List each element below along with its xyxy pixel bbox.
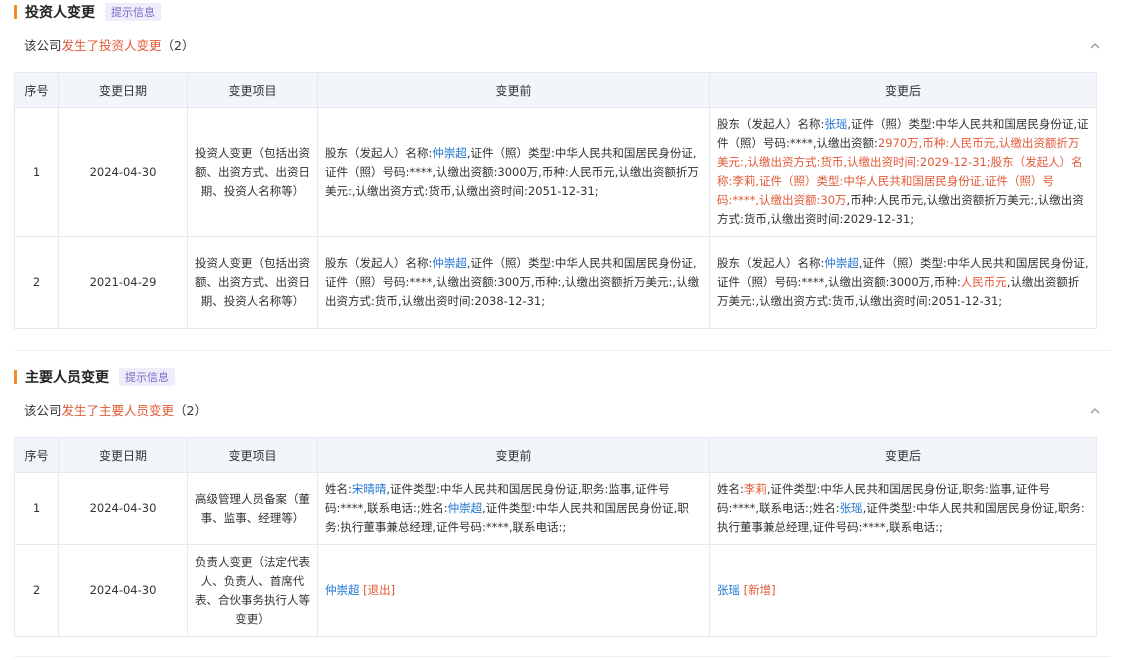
col-item: 变更项目	[187, 437, 318, 473]
section-header: 投资人变更 提示信息	[14, 0, 1110, 24]
col-after: 变更后	[709, 72, 1097, 108]
summary-count: （2）	[174, 403, 207, 418]
row-date: 2024-04-30	[58, 107, 188, 237]
row-before: 股东（发起人）名称:仲崇超,证件（照）类型:中华人民共和国居民身份证,证件（照）…	[317, 107, 710, 237]
section-accent-bar	[14, 5, 17, 19]
section-divider	[14, 656, 1110, 657]
col-after: 变更后	[709, 437, 1097, 473]
row-item: 负责人变更（法定代表人、负责人、首席代表、合伙事务执行人等变更）	[187, 544, 318, 637]
col-date: 变更日期	[58, 72, 188, 108]
col-before: 变更前	[317, 437, 710, 473]
table-header-row: 序号 变更日期 变更项目 变更前 变更后	[14, 72, 1097, 108]
row-index: 2	[14, 236, 59, 329]
change-text-segment: [退出]	[359, 583, 396, 597]
change-text-segment: 人民币元	[960, 275, 1007, 289]
col-index: 序号	[14, 72, 59, 108]
change-text-segment: [新增]	[740, 583, 776, 597]
row-before: 姓名:宋晴晴,证件类型:中华人民共和国居民身份证,职务:监事,证件号码:****…	[317, 472, 710, 545]
row-date: 2024-04-30	[58, 544, 188, 637]
col-before: 变更前	[317, 72, 710, 108]
tip-info-tag[interactable]: 提示信息	[105, 3, 161, 21]
row-date: 2021-04-29	[58, 236, 188, 329]
row-date: 2024-04-30	[58, 472, 188, 545]
col-item: 变更项目	[187, 72, 318, 108]
table-row: 1 2024-04-30 高级管理人员备案（董事、监事、经理等） 姓名:宋晴晴,…	[14, 472, 1097, 545]
row-index: 1	[14, 107, 59, 237]
row-item: 投资人变更（包括出资额、出资方式、出资日期、投资人名称等）	[187, 107, 318, 237]
person-link[interactable]: 仲崇超	[824, 256, 859, 270]
change-text-segment: 姓名:	[717, 482, 744, 496]
col-date: 变更日期	[58, 437, 188, 473]
summary-highlight[interactable]: 发生了投资人变更	[62, 38, 162, 53]
row-after: 股东（发起人）名称:仲崇超,证件（照）类型:中华人民共和国居民身份证,证件（照）…	[709, 236, 1097, 329]
change-text-segment: 姓名:	[325, 482, 352, 496]
section-accent-bar	[14, 370, 17, 384]
change-summary: 该公司发生了投资人变更（2）	[14, 34, 1110, 58]
person-link[interactable]: 张瑶	[717, 583, 740, 597]
row-after: 张瑶 [新增]	[709, 544, 1097, 637]
chevron-up-icon[interactable]	[1086, 37, 1104, 55]
person-link[interactable]: 仲崇超	[432, 256, 467, 270]
investor-change-section: 投资人变更 提示信息 该公司发生了投资人变更（2）	[14, 0, 1110, 58]
change-text-segment: 股东（发起人）名称:	[717, 117, 825, 131]
key-personnel-change-section: 主要人员变更 提示信息 该公司发生了主要人员变更（2）	[14, 365, 1110, 423]
row-before: 仲崇超 [退出]	[317, 544, 710, 637]
summary-prefix: 该公司	[24, 403, 62, 418]
person-link[interactable]: 张瑶	[840, 501, 863, 515]
summary-highlight[interactable]: 发生了主要人员变更	[62, 403, 175, 418]
tip-info-tag[interactable]: 提示信息	[119, 368, 175, 386]
summary-prefix: 该公司	[24, 38, 62, 53]
row-before: 股东（发起人）名称:仲崇超,证件（照）类型:中华人民共和国居民身份证,证件（照）…	[317, 236, 710, 329]
person-link[interactable]: 宋晴晴	[352, 482, 387, 496]
summary-count: （2）	[161, 38, 195, 53]
row-after: 股东（发起人）名称:张瑶,证件（照）类型:中华人民共和国居民身份证,证件（照）号…	[709, 107, 1097, 237]
table-header-row: 序号 变更日期 变更项目 变更前 变更后	[14, 437, 1097, 473]
row-after: 姓名:李莉,证件类型:中华人民共和国居民身份证,职务:监事,证件号码:****,…	[709, 472, 1097, 545]
row-index: 2	[14, 544, 59, 637]
table-row: 2 2024-04-30 负责人变更（法定代表人、负责人、首席代表、合伙事务执行…	[14, 544, 1097, 637]
person-link[interactable]: 张瑶	[824, 117, 847, 131]
person-link[interactable]: 仲崇超	[325, 583, 360, 597]
change-text-segment: 股东（发起人）名称:	[325, 256, 433, 270]
change-summary: 该公司发生了主要人员变更（2）	[14, 399, 1110, 423]
row-item: 高级管理人员备案（董事、监事、经理等）	[187, 472, 318, 545]
investor-change-table: 序号 变更日期 变更项目 变更前 变更后 1 2024-04-30 投资人变更（…	[14, 72, 1097, 329]
person-link[interactable]: 仲崇超	[432, 146, 467, 160]
change-text-segment: 股东（发起人）名称:	[717, 256, 825, 270]
chevron-up-icon[interactable]	[1086, 402, 1104, 420]
key-personnel-change-table: 序号 变更日期 变更项目 变更前 变更后 1 2024-04-30 高级管理人员…	[14, 437, 1097, 637]
section-header: 主要人员变更 提示信息	[14, 365, 1110, 389]
table-row: 1 2024-04-30 投资人变更（包括出资额、出资方式、出资日期、投资人名称…	[14, 107, 1097, 237]
table-row: 2 2021-04-29 投资人变更（包括出资额、出资方式、出资日期、投资人名称…	[14, 236, 1097, 329]
section-title: 主要人员变更	[25, 370, 109, 386]
row-index: 1	[14, 472, 59, 545]
change-text-segment: 李莉	[743, 482, 767, 496]
section-divider	[14, 350, 1110, 351]
row-item: 投资人变更（包括出资额、出资方式、出资日期、投资人名称等）	[187, 236, 318, 329]
change-text-segment: 股东（发起人）名称:	[325, 145, 433, 160]
change-text-segment: 李莉	[732, 174, 756, 188]
col-index: 序号	[14, 437, 59, 473]
person-link[interactable]: 仲崇超	[448, 501, 483, 515]
section-title: 投资人变更	[25, 5, 95, 21]
